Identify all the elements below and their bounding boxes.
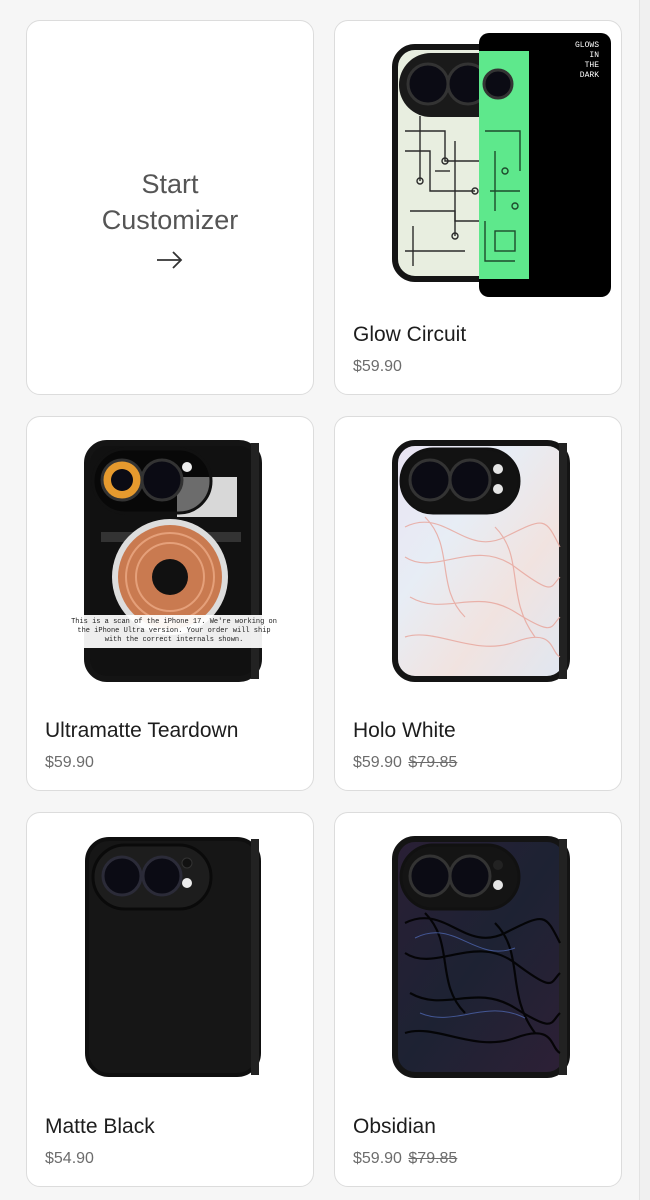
glow-tag: GLOWS IN THE DARK	[574, 41, 599, 80]
product-price: $59.90	[353, 358, 402, 375]
product-name[interactable]: Glow Circuit	[353, 323, 466, 347]
product-price: $59.90	[353, 754, 402, 771]
product-image	[335, 813, 621, 1103]
start-customizer-card[interactable]: Start Customizer	[26, 20, 314, 395]
product-old-price: $79.85	[408, 754, 458, 771]
holo-white-case-image	[392, 440, 570, 682]
product-name[interactable]: Matte Black	[45, 1115, 155, 1139]
arrow-right-icon	[157, 251, 183, 269]
customizer-line-1: Start	[141, 169, 199, 199]
product-price: $59.90	[353, 1150, 402, 1167]
product-card-ultramatte-teardown[interactable]: This is a scan of the iPhone 17. We're w…	[26, 416, 314, 791]
obsidian-case-image	[392, 836, 570, 1078]
product-name[interactable]: Obsidian	[353, 1115, 436, 1139]
product-image	[335, 417, 621, 707]
customizer-line-2: Customizer	[101, 205, 239, 235]
product-price-row: $59.90 $79.85	[353, 754, 457, 772]
teardown-case-image	[84, 440, 262, 682]
matte-black-case-image	[85, 837, 261, 1077]
product-image: This is a scan of the iPhone 17. We're w…	[27, 417, 313, 707]
product-price-row: $59.90	[45, 754, 94, 772]
product-card-glow-circuit[interactable]: GLOWS IN THE DARK Glow Circuit $59.90	[334, 20, 622, 395]
scrollbar[interactable]	[639, 0, 650, 1200]
product-price-row: $54.90	[45, 1150, 94, 1168]
product-card-matte-black[interactable]: Matte Black $54.90	[26, 812, 314, 1187]
product-image	[27, 813, 313, 1103]
product-price: $54.90	[45, 1150, 94, 1167]
product-price: $59.90	[45, 754, 94, 771]
product-name[interactable]: Ultramatte Teardown	[45, 719, 238, 743]
teardown-note: This is a scan of the iPhone 17. We're w…	[67, 615, 281, 648]
product-name[interactable]: Holo White	[353, 719, 456, 743]
product-image: GLOWS IN THE DARK	[335, 21, 621, 311]
product-old-price: $79.85	[408, 1150, 458, 1167]
customizer-label: Start Customizer	[27, 166, 313, 270]
product-card-holo-white[interactable]: Holo White $59.90 $79.85	[334, 416, 622, 791]
product-price-row: $59.90 $79.85	[353, 1150, 457, 1168]
product-price-row: $59.90	[353, 358, 402, 376]
product-card-obsidian[interactable]: Obsidian $59.90 $79.85	[334, 812, 622, 1187]
